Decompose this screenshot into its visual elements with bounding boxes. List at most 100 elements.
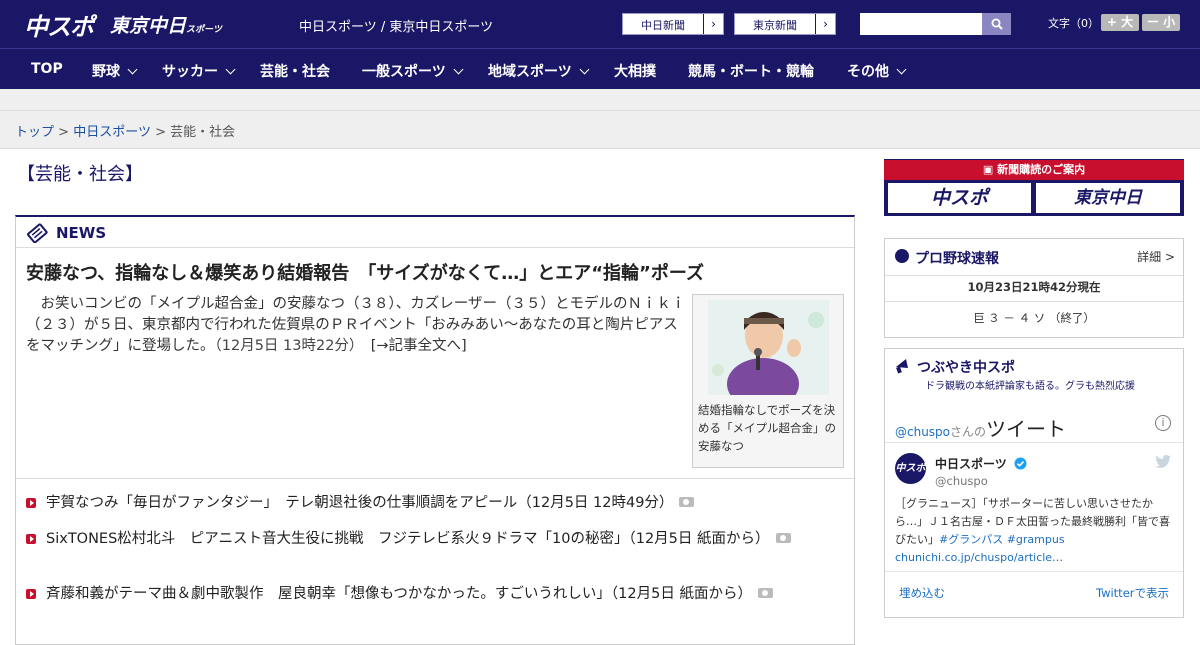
tokyo-chunichi-logo[interactable]: 東京中日スポーツ [110, 11, 222, 38]
divider [885, 301, 1183, 302]
newspaper-icon [27, 223, 48, 243]
nav-item-soccer[interactable]: サッカー [162, 61, 236, 81]
chuspo-logo[interactable]: 中スポ [24, 7, 94, 42]
list-item[interactable]: 宇賀なつみ「毎日がファンタジー」 テレ朝退社後の仕事順調をアピール（12月5日 … [26, 490, 836, 517]
tweet-user-name-text: 中日スポーツ [935, 457, 1007, 471]
top-story-photo-box: 結婚指輪なしでポーズを決める「メイプル超合金」の安藤なつ [692, 294, 844, 468]
divider [16, 478, 854, 479]
breadcrumb-separator: > [58, 125, 70, 140]
nav-item-label: TOP [31, 61, 63, 77]
chevron-down-icon [225, 64, 236, 75]
read-more-link[interactable]: [→記事全文へ] [371, 338, 467, 354]
camera-icon [679, 497, 695, 507]
twitter-bird-icon[interactable] [1155, 455, 1171, 468]
baseball-score[interactable]: 巨 ３ － ４ ソ （終了） [885, 310, 1183, 326]
nav-item-label: 野球 [92, 64, 120, 80]
breadcrumb-section[interactable]: 中日スポーツ [73, 125, 151, 140]
banner-chuspo[interactable]: 中スポ [888, 183, 1031, 213]
tokyo-shimbun-link[interactable]: 東京新聞 › [734, 13, 836, 35]
item-time: （12月5日 紙面から） [628, 531, 770, 547]
breadcrumb-current: 芸能・社会 [170, 125, 236, 140]
tokyo-shimbun-label: 東京新聞 [753, 19, 797, 32]
chunichi-shimbun-link[interactable]: 中日新聞 › [622, 13, 724, 35]
main-nav: TOP 野球 サッカー 芸能・社会 一般スポーツ 地域スポーツ 大相撲 競馬・ボ… [0, 48, 1200, 89]
top-header: 中スポ 東京中日スポーツ 中日スポーツ / 東京中日スポーツ 中日新聞 › 東京… [0, 0, 1200, 48]
spacer-band [0, 89, 1200, 111]
tweets-panel: つぶやき中スポ ドラ観戦の本紙評論家も語る。グラも熱烈応援 @chuspoさんの… [884, 348, 1184, 618]
news-header: NEWS [16, 217, 854, 248]
tweet-text: ［グラニュース］「サポーターに苦しい思いさせたから…」Ｊ１名古屋・ＤＦ太田誓った… [895, 495, 1175, 567]
nav-item-sumo[interactable]: 大相撲 [614, 61, 656, 81]
lead-timestamp: （12月5日 13時22分） [214, 338, 357, 354]
tokyo-chunichi-logo-text: 東京中日 [110, 15, 187, 37]
tweet-user-name[interactable]: 中日スポーツ [935, 455, 1027, 472]
list-item[interactable]: SixTONES松村北斗 ピアニスト音大生役に挑戦 フジテレビ系火９ドラマ「10… [26, 526, 836, 553]
subscription-banner-title: ▣ 新聞購読のご案内 [884, 160, 1184, 180]
twitter-account-link[interactable]: @chuspo [895, 425, 950, 439]
twitter-account-suffix: さんの [950, 425, 987, 439]
baseball-updated: 10月23日21時42分現在 [967, 280, 1101, 294]
nav-item-entertainment[interactable]: 芸能・社会 [260, 61, 330, 81]
newspaper-icon: ▣ [982, 163, 998, 176]
embed-link[interactable]: 埋め込む [899, 585, 945, 601]
play-arrow-icon [26, 534, 36, 544]
item-time: （12月5日 12時49分） [517, 495, 674, 511]
item-title: SixTONES松村北斗 ピアニスト音大生役に挑戦 フジテレビ系火９ドラマ「10… [46, 531, 629, 547]
view-on-twitter-link[interactable]: Twitterで表示 [1096, 585, 1169, 601]
top-story-headline[interactable]: 安藤なつ、指輪なし＆爆笑あり結婚報告 「サイズがなくて…」とエア“指輪”ポーズ [26, 259, 704, 285]
font-size-label: 文字（0） [1048, 17, 1099, 30]
avatar[interactable]: 中スポ [895, 453, 926, 484]
search-input[interactable] [860, 13, 982, 35]
twitter-timeline-header: @chuspoさんのツイート [895, 413, 1066, 442]
chunichi-shimbun-label: 中日新聞 [641, 19, 685, 32]
verified-badge-icon [1014, 457, 1027, 470]
tokyo-chunichi-logo-small: スポーツ [186, 25, 222, 35]
nav-item-racing[interactable]: 競馬・ボート・競輪 [688, 61, 814, 81]
nav-item-label: サッカー [162, 64, 218, 80]
play-arrow-icon [26, 498, 36, 508]
baseball-scores-panel: プロ野球速報 詳細 > 10月23日21時42分現在 巨 ３ － ４ ソ （終了… [884, 238, 1184, 338]
subscription-banner[interactable]: ▣ 新聞購読のご案内 中スポ 東京中日 [884, 159, 1184, 216]
breadcrumb-separator: > [155, 125, 166, 140]
nav-item-label: 芸能・社会 [260, 64, 330, 80]
item-title: 斉藤和義がテーマ曲＆劇中歌製作 屋良朝幸「想像もつかなかった。すごいうれしい」 [46, 586, 611, 602]
lead-text: お笑いコンビの「メイプル超合金」の安藤なつ（３８）、カズレーザー（３５）とモデル… [26, 296, 686, 354]
font-bigger-button[interactable]: + 大 [1101, 14, 1139, 31]
tweet-hashtags[interactable]: #グランパス #grampus [939, 533, 1065, 546]
font-smaller-button[interactable]: ー 小 [1142, 14, 1180, 31]
chevron-down-icon [579, 64, 590, 75]
chevron-right-icon: › [703, 14, 723, 34]
search-button[interactable] [982, 13, 1011, 35]
info-icon[interactable]: i [1155, 415, 1171, 431]
person-photo-illustration [708, 300, 829, 395]
item-time: （12月5日 紙面から） [610, 586, 752, 602]
site-names: 中日スポーツ / 東京中日スポーツ [299, 20, 494, 35]
item-title: 宇賀なつみ「毎日がファンタジー」 テレ朝退社後の仕事順調をアピール [46, 495, 518, 511]
nav-item-general-sports[interactable]: 一般スポーツ [362, 61, 464, 81]
nav-item-label: 地域スポーツ [488, 64, 572, 80]
breadcrumb-top[interactable]: トップ [15, 125, 54, 140]
chevron-down-icon [127, 64, 138, 75]
nav-item-other[interactable]: その他 [847, 61, 907, 81]
chevron-right-icon: › [815, 14, 835, 34]
top-story-photo[interactable] [708, 300, 829, 395]
nav-item-top[interactable]: TOP [31, 61, 63, 77]
banner-tokyo-chunichi[interactable]: 東京中日 [1036, 183, 1180, 213]
news-section: NEWS 安藤なつ、指輪なし＆爆笑あり結婚報告 「サイズがなくて…」とエア“指輪… [15, 215, 855, 645]
nav-item-local-sports[interactable]: 地域スポーツ [488, 61, 590, 81]
news-heading: NEWS [56, 224, 107, 242]
banner-title-text: 新聞購読のご案内 [997, 163, 1086, 176]
baseball-details-link[interactable]: 詳細 > [1137, 248, 1175, 265]
tweet-link[interactable]: chunichi.co.jp/chuspo/article… [895, 551, 1063, 564]
top-story-lead: お笑いコンビの「メイプル超合金」の安藤なつ（３８）、カズレーザー（３５）とモデル… [26, 294, 686, 357]
tweets-panel-subtitle: ドラ観戦の本紙評論家も語る。グラも熱烈応援 [925, 381, 1135, 392]
baseball-icon [895, 249, 909, 263]
list-item[interactable]: 斉藤和義がテーマ曲＆劇中歌製作 屋良朝幸「想像もつかなかった。すごいうれしい」（… [26, 581, 836, 608]
tweet-user-handle[interactable]: @chuspo [935, 474, 988, 488]
tweets-panel-title: つぶやき中スポ [917, 360, 1015, 376]
photo-caption: 結婚指輪なしでポーズを決める「メイプル超合金」の安藤なつ [698, 403, 836, 453]
divider [885, 571, 1183, 572]
search-icon [991, 18, 1003, 30]
nav-item-baseball[interactable]: 野球 [92, 61, 138, 81]
play-arrow-icon [26, 589, 36, 599]
